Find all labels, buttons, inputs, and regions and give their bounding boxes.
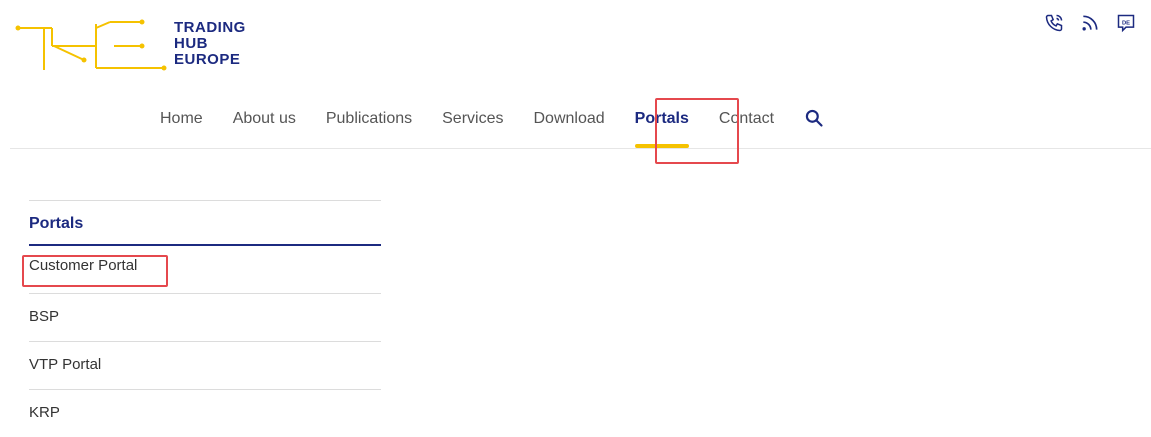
sidebar-title: Portals bbox=[29, 201, 381, 246]
phone-icon[interactable] bbox=[1043, 12, 1065, 34]
nav-item-services[interactable]: Services bbox=[442, 100, 503, 140]
language-de-icon[interactable]: DE bbox=[1115, 12, 1137, 34]
logo-text: TRADING HUB EUROPE bbox=[174, 20, 246, 68]
sidebar: Portals Customer Portal BSP VTP Portal K… bbox=[29, 200, 381, 437]
nav-item-download[interactable]: Download bbox=[533, 100, 604, 140]
language-badge-label: DE bbox=[1122, 20, 1130, 26]
sidebar-item-vtp-portal[interactable]: VTP Portal bbox=[29, 342, 381, 390]
logo-line-3: EUROPE bbox=[174, 51, 241, 68]
top-icons: DE bbox=[1043, 12, 1137, 34]
sidebar-item-bsp[interactable]: BSP bbox=[29, 294, 381, 342]
logo-line-1: TRADING bbox=[174, 19, 246, 36]
logo-mark bbox=[15, 19, 167, 71]
nav-item-home[interactable]: Home bbox=[160, 100, 203, 140]
logo-line-2: HUB bbox=[174, 35, 208, 52]
sidebar-item-krp[interactable]: KRP bbox=[29, 390, 381, 437]
portals-highlight bbox=[655, 98, 739, 164]
nav-divider bbox=[10, 148, 1151, 149]
sidebar-item-customer-portal[interactable]: Customer Portal bbox=[29, 246, 381, 294]
nav-item-publications[interactable]: Publications bbox=[326, 100, 412, 140]
logo[interactable]: TRADING HUB EUROPE bbox=[14, 14, 254, 76]
search-icon[interactable] bbox=[804, 100, 824, 133]
nav-item-about-us[interactable]: About us bbox=[233, 100, 296, 140]
rss-icon[interactable] bbox=[1079, 12, 1101, 34]
